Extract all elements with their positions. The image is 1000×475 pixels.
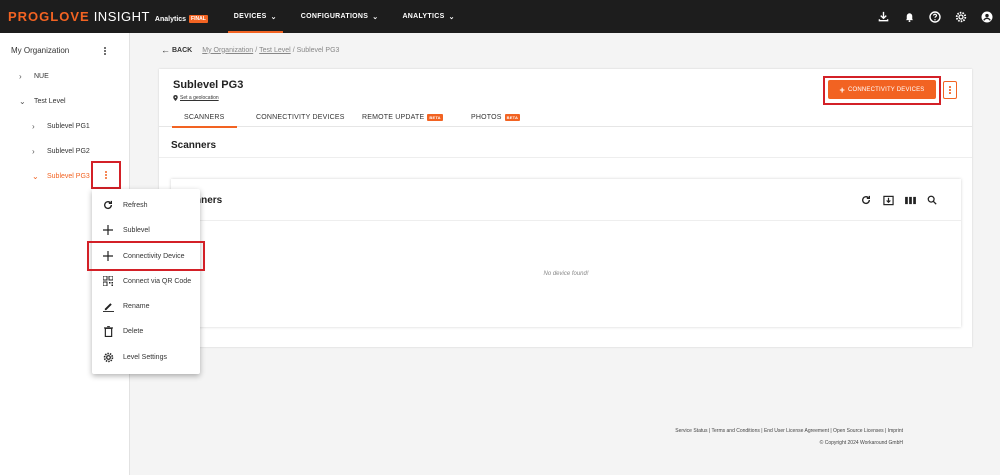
sidebar-item-sublevel-pg2[interactable]: › Sublevel PG2 bbox=[32, 143, 90, 159]
chevron-down-icon: ⌄ bbox=[372, 13, 379, 21]
sidebar-item-sublevel-pg3[interactable]: ⌄ Sublevel PG3 bbox=[32, 168, 90, 184]
beta-badge: BETA bbox=[427, 113, 443, 121]
page-title: Sublevel PG3 bbox=[173, 79, 244, 91]
plus-icon: + bbox=[839, 84, 845, 95]
help-icon[interactable] bbox=[928, 10, 942, 24]
chevron-right-icon[interactable]: › bbox=[32, 147, 40, 156]
pencil-icon bbox=[102, 300, 114, 312]
chevron-right-icon[interactable]: › bbox=[32, 122, 40, 131]
columns-icon[interactable] bbox=[903, 193, 917, 207]
tab-connectivity-devices[interactable]: CONNECTIVITY DEVICES bbox=[256, 107, 345, 127]
top-icons bbox=[864, 0, 994, 33]
nav-devices[interactable]: DEVICES ⌄ bbox=[222, 0, 289, 33]
sidebar-item-label: NUE bbox=[34, 72, 49, 80]
tab-scanners[interactable]: SCANNERS bbox=[172, 107, 236, 128]
qr-code-icon bbox=[102, 275, 114, 287]
brand-insight: INSIGHT bbox=[93, 9, 150, 24]
breadcrumb-link-organization[interactable]: My Organization bbox=[202, 47, 253, 54]
location-pin-icon bbox=[173, 95, 178, 101]
sidebar-org-title: My Organization bbox=[11, 45, 70, 55]
nav-devices-label: DEVICES bbox=[233, 13, 267, 20]
nav-analytics-label: ANALYTICS bbox=[402, 13, 445, 20]
menu-item-label: Delete bbox=[123, 327, 144, 335]
search-icon[interactable] bbox=[925, 193, 939, 207]
geolocation-link[interactable]: Set a geolocation bbox=[173, 95, 219, 101]
card-more-button[interactable] bbox=[943, 81, 957, 99]
empty-state-message: No device found! bbox=[543, 271, 589, 277]
menu-item-label: Connect via QR Code bbox=[123, 277, 192, 285]
sidebar-item-sublevel-pg1[interactable]: › Sublevel PG1 bbox=[32, 118, 90, 134]
top-bar: PROGLOVE INSIGHT Analytics FINAL DEVICES… bbox=[0, 0, 1000, 33]
menu-item-label: Refresh bbox=[123, 201, 148, 209]
sublevel-pg3-more-button[interactable] bbox=[91, 161, 121, 189]
beta-badge: BETA bbox=[504, 113, 521, 121]
sidebar-item-label: Sublevel PG2 bbox=[47, 147, 90, 155]
breadcrumb-current: Sublevel PG3 bbox=[296, 46, 340, 54]
refresh-icon bbox=[102, 199, 114, 211]
refresh-icon[interactable] bbox=[859, 193, 873, 207]
brand-logo[interactable]: PROGLOVE INSIGHT Analytics FINAL bbox=[8, 9, 208, 24]
menu-item-sublevel[interactable]: Sublevel bbox=[92, 220, 200, 240]
chevron-down-icon: ⌄ bbox=[448, 13, 455, 21]
export-icon[interactable] bbox=[881, 193, 895, 207]
account-icon[interactable] bbox=[980, 10, 994, 24]
add-button-label: CONNECTIVITY DEVICES bbox=[847, 86, 925, 93]
trash-icon bbox=[102, 325, 114, 337]
sidebar-org-row[interactable]: My Organization bbox=[0, 33, 130, 67]
tab-photos[interactable]: PHOTOS BETA bbox=[471, 107, 521, 127]
add-connectivity-devices-button[interactable]: + CONNECTIVITY DEVICES bbox=[828, 80, 936, 99]
plus-icon bbox=[102, 224, 114, 236]
section-title: Scanners bbox=[171, 140, 217, 151]
chevron-right-icon[interactable]: › bbox=[19, 72, 27, 81]
scanners-table: nners No device found! bbox=[171, 179, 961, 327]
more-vert-icon bbox=[105, 170, 107, 180]
chevron-down-icon[interactable]: ⌄ bbox=[32, 172, 40, 181]
menu-item-label: Sublevel bbox=[123, 226, 150, 234]
sidebar-item-label: Sublevel PG1 bbox=[47, 122, 90, 130]
breadcrumb-link-test-level[interactable]: Test Level bbox=[259, 47, 291, 54]
footer-copyright: © Copyright 2024 Workaround GmbH bbox=[819, 440, 903, 446]
sidebar-item-label: Test Level bbox=[34, 97, 66, 105]
menu-item-label: Level Settings bbox=[123, 353, 167, 361]
nav-configurations-label: CONFIGURATIONS bbox=[300, 13, 369, 20]
breadcrumb: ← BACK My Organization / Test Level / Su… bbox=[161, 45, 340, 55]
menu-item-label: Rename bbox=[123, 302, 150, 310]
main-nav: DEVICES ⌄ CONFIGURATIONS ⌄ ANALYTICS ⌄ bbox=[222, 0, 467, 33]
sidebar-item-nue[interactable]: › NUE bbox=[19, 68, 49, 84]
arrow-left-icon: ← bbox=[161, 45, 170, 55]
tab-label: REMOTE UPDATE bbox=[362, 113, 425, 121]
menu-item-refresh[interactable]: Refresh bbox=[92, 195, 200, 215]
menu-item-level-settings[interactable]: Level Settings bbox=[92, 347, 200, 367]
more-vert-icon[interactable] bbox=[100, 45, 110, 57]
table-toolbar bbox=[859, 193, 947, 207]
gear-icon bbox=[102, 351, 114, 363]
level-card: Sublevel PG3 Set a geolocation + CONNECT… bbox=[159, 69, 972, 347]
tab-label: CONNECTIVITY DEVICES bbox=[256, 113, 345, 121]
back-button[interactable]: ← BACK bbox=[161, 45, 192, 55]
brand-proglove: PROGLOVE bbox=[8, 9, 90, 24]
final-badge: FINAL bbox=[189, 15, 208, 23]
sidebar-item-test-level[interactable]: ⌄ Test Level bbox=[19, 93, 66, 109]
bell-icon[interactable] bbox=[902, 10, 916, 24]
sidebar-item-label: Sublevel PG3 bbox=[47, 172, 90, 180]
nav-configurations[interactable]: CONFIGURATIONS ⌄ bbox=[289, 0, 391, 33]
download-icon[interactable] bbox=[876, 10, 890, 24]
back-label: BACK bbox=[172, 46, 193, 54]
menu-item-connect-qr[interactable]: Connect via QR Code bbox=[92, 271, 200, 291]
footer-links[interactable]: Service Status | Terms and Conditions | … bbox=[675, 428, 903, 434]
chevron-down-icon: ⌄ bbox=[270, 13, 277, 21]
nav-analytics[interactable]: ANALYTICS ⌄ bbox=[390, 0, 466, 33]
tab-label: SCANNERS bbox=[184, 113, 225, 121]
menu-item-delete[interactable]: Delete bbox=[92, 321, 200, 341]
settings-icon[interactable] bbox=[954, 10, 968, 24]
context-menu: Refresh Sublevel Connectivity Device Con… bbox=[92, 189, 200, 374]
tab-bar: SCANNERS CONNECTIVITY DEVICES REMOTE UPD… bbox=[159, 107, 972, 128]
geolocation-label: Set a geolocation bbox=[180, 95, 219, 101]
tab-remote-update[interactable]: REMOTE UPDATE BETA bbox=[362, 107, 443, 127]
menu-item-rename[interactable]: Rename bbox=[92, 296, 200, 316]
chevron-down-icon[interactable]: ⌄ bbox=[19, 97, 27, 106]
highlight-box bbox=[87, 241, 205, 271]
brand-analytics: Analytics bbox=[154, 16, 187, 23]
tab-label: PHOTOS bbox=[471, 113, 502, 121]
